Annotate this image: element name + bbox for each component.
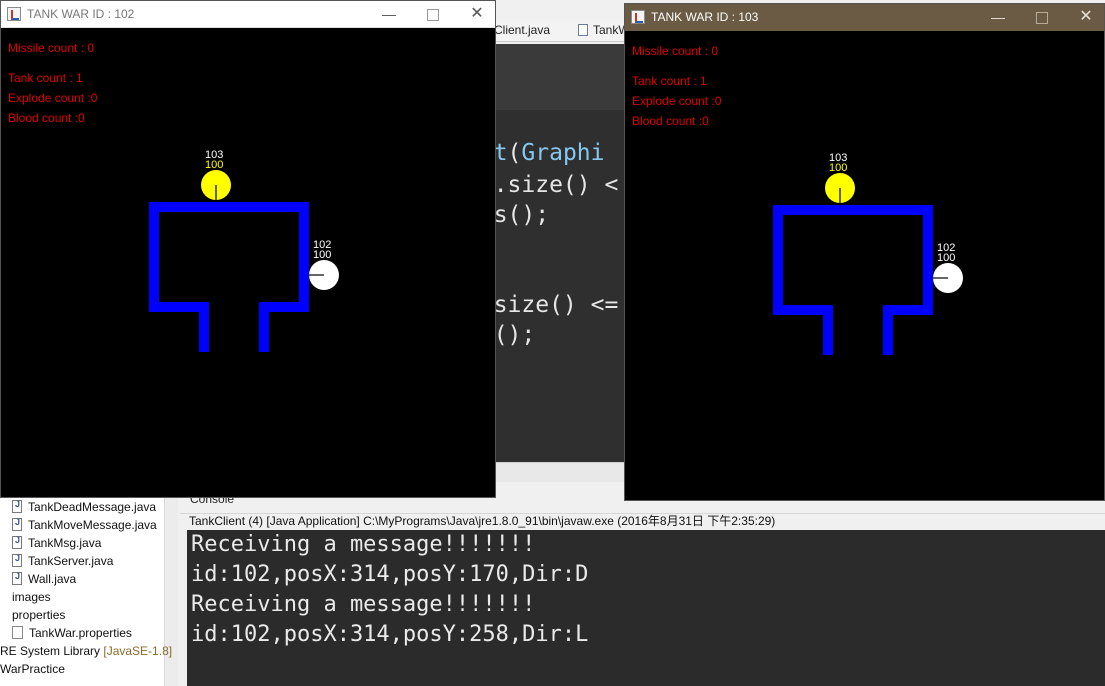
package-item-jre-library[interactable]: RE System Library [JavaSE-1.8] — [0, 644, 172, 658]
package-item-warpractice[interactable]: WarPractice — [0, 662, 65, 676]
tank-war-window-102[interactable]: TANK WAR ID : 102 — ✕ Missile count : 0 … — [0, 0, 496, 498]
tank-103: 103 100 — [201, 149, 231, 200]
editor-tab-strip: Client.java TankW — [480, 20, 640, 42]
minimize-icon[interactable]: — — [988, 8, 1008, 26]
package-item-tankserver[interactable]: TankServer.java — [12, 553, 114, 568]
package-item-label: TankServer.java — [28, 554, 114, 568]
package-item-label: properties — [12, 608, 66, 622]
tank-103: 103 100 — [825, 152, 855, 203]
package-item-label: TankMoveMessage.java — [28, 518, 157, 532]
java-file-icon — [12, 535, 22, 549]
editor-tab-tankw[interactable]: TankW — [578, 23, 630, 37]
java-app-icon — [7, 7, 21, 21]
tank-102: 102 100 — [933, 242, 963, 293]
package-item-images[interactable]: images — [12, 590, 51, 604]
game-field: 103 100 102 100 — [773, 152, 963, 355]
java-file-icon — [12, 571, 22, 585]
maximize-icon[interactable] — [423, 5, 443, 23]
package-item-tankmsg[interactable]: TankMsg.java — [12, 535, 102, 550]
package-item-label: RE System Library — [0, 644, 101, 658]
window-titlebar[interactable]: TANK WAR ID : 103 — ✕ — [625, 4, 1104, 31]
java-file-icon — [12, 517, 22, 531]
window-title: TANK WAR ID : 102 — [27, 7, 135, 21]
wall — [773, 205, 933, 355]
code-type: Graphi — [521, 140, 605, 166]
package-item-label: TankWar.properties — [29, 626, 132, 640]
package-item-label: images — [12, 590, 51, 604]
editor-tab-tankclient[interactable]: Client.java — [494, 23, 550, 37]
code-text: ( — [507, 140, 522, 166]
package-item-tankwar-properties[interactable]: TankWar.properties — [12, 626, 132, 640]
package-item-suffix: [JavaSE-1.8] — [103, 644, 173, 658]
code-editor-top — [480, 44, 640, 110]
package-item-label: TankDeadMessage.java — [28, 500, 157, 514]
window-titlebar[interactable]: TANK WAR ID : 102 — ✕ — [1, 1, 495, 28]
properties-file-icon — [12, 626, 23, 639]
console-line: Receiving a message!!!!!!! — [191, 592, 536, 617]
console-line: id:102,posX:314,posY:170,Dir:D — [191, 562, 589, 587]
console-description: TankClient (4) [Java Application] C:\MyP… — [189, 514, 776, 528]
package-item-label: Wall.java — [28, 572, 77, 586]
tank-hp-label: 100 — [205, 159, 223, 171]
tank-hp-label: 100 — [829, 162, 847, 174]
wall — [149, 202, 309, 352]
game-field: 103 100 102 100 — [149, 149, 339, 352]
java-file-icon — [12, 553, 22, 567]
package-item-wall[interactable]: Wall.java — [12, 571, 77, 586]
wall — [149, 202, 309, 352]
package-item-tankdeadmessage[interactable]: TankDeadMessage.java — [12, 499, 157, 514]
tank-war-window-103[interactable]: TANK WAR ID : 103 — ✕ Missile count : 0 … — [624, 3, 1105, 501]
tank-hp-label: 100 — [313, 249, 331, 261]
console-output[interactable]: Receiving a message!!!!!!! id:102,posX:3… — [187, 530, 1105, 686]
console-line: Receiving a message!!!!!!! — [191, 532, 536, 557]
package-item-tankmovemessage[interactable]: TankMoveMessage.java — [12, 517, 157, 532]
tank-102: 102 100 — [309, 239, 339, 290]
editor-horizontal-scrollbar[interactable] — [496, 462, 630, 482]
tank-hp-label: 100 — [937, 252, 955, 264]
window-title: TANK WAR ID : 103 — [651, 10, 759, 24]
minimize-icon[interactable]: — — [379, 5, 399, 23]
java-file-icon — [12, 499, 22, 513]
java-app-icon — [631, 10, 645, 24]
package-item-label: WarPractice — [0, 662, 65, 676]
close-icon[interactable]: ✕ — [1076, 8, 1096, 26]
close-icon[interactable]: ✕ — [467, 5, 487, 23]
editor-tab-label: Client.java — [494, 23, 551, 37]
package-item-label: TankMsg.java — [28, 536, 102, 550]
java-file-icon — [578, 24, 588, 36]
maximize-icon[interactable] — [1032, 8, 1052, 26]
package-item-properties[interactable]: properties — [12, 608, 65, 622]
console-line: id:102,posX:314,posY:258,Dir:L — [191, 622, 589, 647]
